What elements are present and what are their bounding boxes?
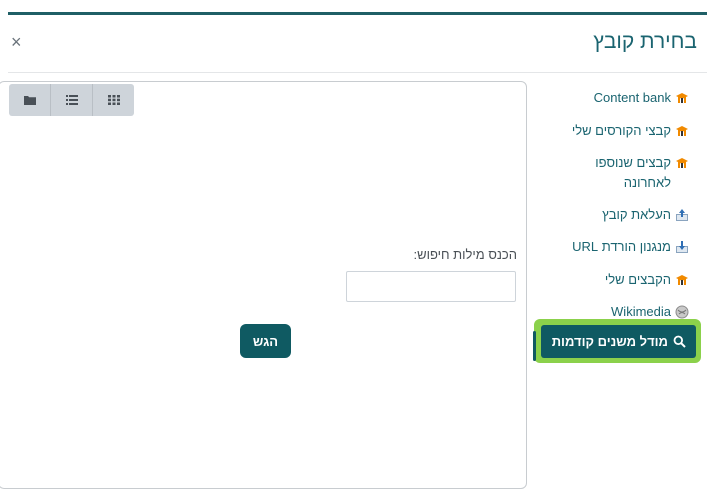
- sidebar-item-url-download[interactable]: מנגנון הורדת URL: [572, 237, 689, 257]
- list-view-icon: [65, 95, 78, 105]
- search-input[interactable]: [346, 271, 516, 302]
- sidebar-item-moodle-previous-years[interactable]: מודל משנים קודמות: [541, 325, 696, 358]
- folder-view-button[interactable]: [9, 84, 51, 116]
- active-item-indicator: [533, 331, 536, 361]
- sidebar-item-label: מנגנון הורדת URL: [572, 239, 671, 254]
- list-view-button[interactable]: [51, 84, 93, 116]
- upload-icon: [676, 209, 688, 221]
- sidebar-item-label: הקבצים שלי: [604, 272, 671, 287]
- sidebar-item-recent-files[interactable]: קבצים שנוספו לאחרונה: [589, 153, 689, 193]
- view-toggle-bar: [9, 84, 134, 116]
- submit-button[interactable]: הגש: [240, 324, 291, 358]
- grid-view-icon: [107, 95, 120, 105]
- sidebar-item-label: קבצי הקורסים שלי: [571, 123, 671, 138]
- sidebar-item-label: Content bank: [593, 90, 671, 105]
- sidebar-item-label: מודל משנים קודמות: [551, 334, 668, 349]
- folder-icon: [23, 96, 36, 105]
- dialog-top-border: [8, 12, 707, 15]
- dialog-title: בחירת קובץ: [593, 30, 697, 53]
- search-icon: [673, 335, 686, 348]
- moodle-hat-icon: [676, 126, 688, 136]
- wikimedia-icon: [675, 305, 689, 319]
- sidebar-item-course-files[interactable]: קבצי הקורסים שלי: [572, 121, 689, 141]
- grid-view-button[interactable]: [93, 84, 134, 116]
- sidebar-item-upload[interactable]: העלאת קובץ: [602, 205, 689, 225]
- sidebar-item-label: העלאת קובץ: [602, 207, 671, 222]
- sidebar-item-content-bank[interactable]: Content bank: [594, 88, 689, 108]
- moodle-hat-icon: [676, 158, 688, 168]
- download-icon: [676, 241, 688, 253]
- close-icon: ×: [11, 32, 22, 52]
- moodle-hat-icon: [676, 275, 688, 285]
- moodle-hat-icon: [676, 93, 688, 103]
- sidebar-item-my-files[interactable]: הקבצים שלי: [605, 270, 689, 290]
- close-button[interactable]: ×: [11, 32, 22, 52]
- sidebar-item-label: קבצים שנוספו לאחרונה: [595, 155, 671, 190]
- header-divider: [8, 72, 707, 73]
- search-label: הכנס מילות חיפוש:: [413, 247, 517, 262]
